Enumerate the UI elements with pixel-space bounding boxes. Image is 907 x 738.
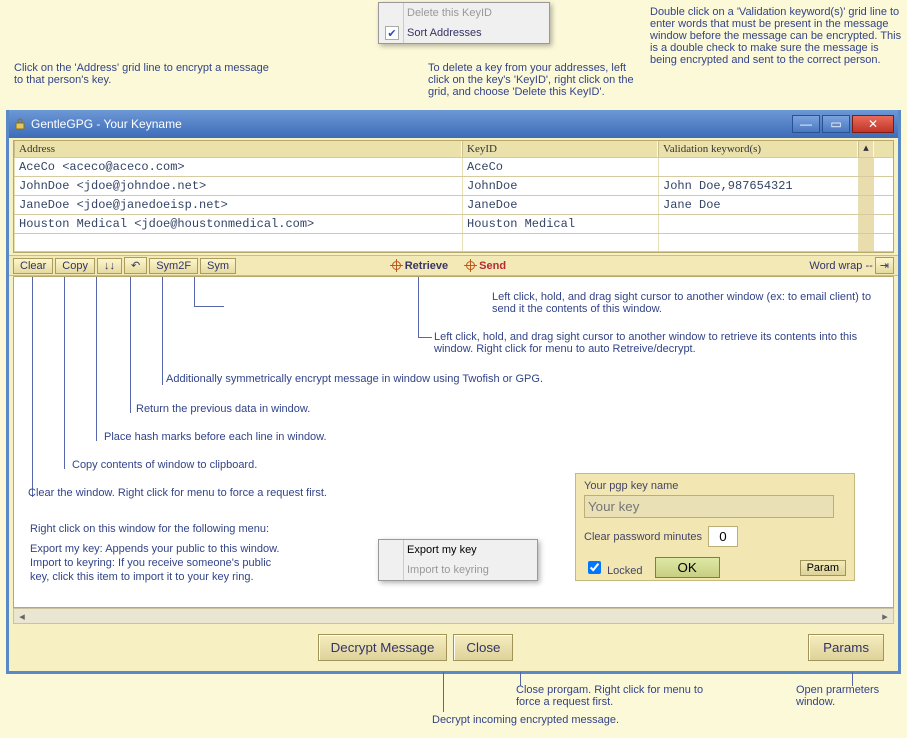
cell-validation[interactable] — [658, 215, 858, 233]
app-window: GentleGPG - Your Keyname — ▭ ✕ Address K… — [6, 110, 901, 674]
menu-sort-label: Sort Addresses — [407, 27, 482, 39]
sym-button[interactable]: Sym — [200, 258, 236, 274]
menu-delete-keyid[interactable]: Delete this KeyID — [379, 3, 549, 23]
panel-param-button[interactable]: Param — [800, 560, 846, 576]
cell-address[interactable]: Houston Medical <jdoe@houstonmedical.com… — [14, 215, 462, 233]
ok-button[interactable]: OK — [655, 557, 720, 578]
label-clearpw: Clear password minutes — [584, 531, 702, 543]
decrypt-button[interactable]: Decrypt Message — [318, 634, 448, 661]
toolbar: Clear Copy ↓↓ ↶ Sym2F Sym Retrieve Send … — [9, 255, 898, 276]
col-address[interactable]: Address — [14, 141, 462, 157]
check-icon: ✔ — [385, 26, 399, 40]
menu-sort-addresses[interactable]: ✔ Sort Addresses — [379, 23, 549, 43]
callout-decrypt: Decrypt incoming encrypted message. — [432, 714, 662, 726]
callout-delete-key: To delete a key from your addresses, lef… — [428, 62, 646, 98]
params-button[interactable]: Params — [808, 634, 884, 661]
message-context-menu: Export my key Import to keyring — [378, 539, 538, 581]
hash-button[interactable]: ↓↓ — [97, 258, 122, 274]
titlebar: GentleGPG - Your Keyname — ▭ ✕ — [9, 110, 898, 138]
grid-scroll-area[interactable] — [858, 196, 874, 214]
message-window[interactable]: Left click, hold, and drag sight cursor … — [13, 276, 894, 608]
label-keyname: Your pgp key name — [584, 480, 846, 492]
wordwrap-label: Word wrap -- — [809, 260, 872, 272]
close-window-button[interactable]: ✕ — [852, 115, 894, 133]
table-row[interactable]: JohnDoe <jdoe@johndoe.net>JohnDoeJohn Do… — [14, 177, 893, 196]
pgp-panel: Your pgp key name Clear password minutes… — [575, 473, 855, 581]
col-validation[interactable]: Validation keyword(s) — [658, 141, 858, 157]
callout-validation: Double click on a 'Validation keyword(s)… — [650, 6, 904, 66]
callout-export: Export my key: Appends your public to th… — [30, 543, 279, 555]
close-button[interactable]: Close — [453, 634, 513, 661]
cell-keyid[interactable]: JaneDoe — [462, 196, 658, 214]
undo-button[interactable]: ↶ — [124, 257, 147, 274]
callout-copy: Copy contents of window to clipboard. — [72, 459, 257, 471]
cell-address[interactable]: JohnDoe <jdoe@johndoe.net> — [14, 177, 462, 195]
clear-button[interactable]: Clear — [13, 258, 53, 274]
menu-import-keyring[interactable]: Import to keyring — [379, 560, 537, 580]
callout-close: Close prorgam. Right click for menu to f… — [516, 684, 726, 708]
callout-sym: Additionally symmetrically encrypt messa… — [166, 373, 543, 385]
callout-hash: Place hash marks before each line in win… — [104, 431, 327, 443]
grid-header: Address KeyID Validation keyword(s) ▴ — [14, 141, 893, 158]
cell-validation[interactable] — [658, 158, 858, 176]
locked-checkbox[interactable]: Locked — [584, 558, 643, 577]
retrieve-button[interactable]: Retrieve — [405, 260, 448, 272]
grid-scroll-up[interactable]: ▴ — [858, 141, 874, 157]
callout-params: Open prarmeters window. — [796, 684, 906, 708]
callout-import1: Import to keyring: If you receive someon… — [30, 557, 271, 569]
callout-address: Click on the 'Address' grid line to encr… — [14, 62, 274, 86]
callout-undo: Return the previous data in window. — [136, 403, 310, 415]
clear-password-input[interactable] — [708, 526, 738, 547]
table-row[interactable]: AceCo <aceco@aceco.com>AceCo — [14, 158, 893, 177]
title: GentleGPG - Your Keyname — [27, 117, 790, 131]
sym2f-button[interactable]: Sym2F — [149, 258, 198, 274]
send-button[interactable]: Send — [479, 260, 506, 272]
cell-validation[interactable]: John Doe,987654321 — [658, 177, 858, 195]
callout-clear: Clear the window. Right click for menu t… — [28, 487, 327, 499]
address-grid[interactable]: Address KeyID Validation keyword(s) ▴ Ac… — [13, 140, 894, 253]
context-menu: Delete this KeyID ✔ Sort Addresses — [378, 2, 550, 44]
cell-keyid[interactable]: JohnDoe — [462, 177, 658, 195]
col-keyid[interactable]: KeyID — [462, 141, 658, 157]
grid-scroll-area[interactable] — [858, 215, 874, 233]
callout-import2: key, click this item to import it to you… — [30, 571, 254, 583]
grid-scroll-area[interactable] — [858, 158, 874, 176]
cell-keyid[interactable]: AceCo — [462, 158, 658, 176]
cell-validation[interactable]: Jane Doe — [658, 196, 858, 214]
lock-icon — [13, 117, 27, 131]
grid-scroll-area[interactable] — [858, 177, 874, 195]
table-row[interactable]: JaneDoe <jdoe@janedoeisp.net>JaneDoeJane… — [14, 196, 893, 215]
retrieve-crosshair-icon[interactable] — [390, 259, 403, 272]
cell-keyid[interactable]: Houston Medical — [462, 215, 658, 233]
scroll-left[interactable]: ◂ — [14, 609, 30, 623]
h-scrollbar[interactable]: ◂ ▸ — [13, 608, 894, 624]
wordwrap-toggle[interactable]: ⇥ — [875, 257, 894, 274]
callout-send: Left click, hold, and drag sight cursor … — [492, 291, 872, 315]
callout-retrieve: Left click, hold, and drag sight cursor … — [434, 331, 894, 355]
menu-export-key[interactable]: Export my key — [379, 540, 537, 560]
callout-rclick-heading: Right click on this window for the follo… — [30, 523, 269, 535]
send-crosshair-icon[interactable] — [464, 259, 477, 272]
table-row[interactable]: Houston Medical <jdoe@houstonmedical.com… — [14, 215, 893, 234]
copy-button[interactable]: Copy — [55, 258, 95, 274]
minimize-button[interactable]: — — [792, 115, 820, 133]
cell-address[interactable]: JaneDoe <jdoe@janedoeisp.net> — [14, 196, 462, 214]
maximize-button[interactable]: ▭ — [822, 115, 850, 133]
key-name-input[interactable] — [584, 495, 834, 518]
cell-address[interactable]: AceCo <aceco@aceco.com> — [14, 158, 462, 176]
scroll-right[interactable]: ▸ — [877, 609, 893, 623]
